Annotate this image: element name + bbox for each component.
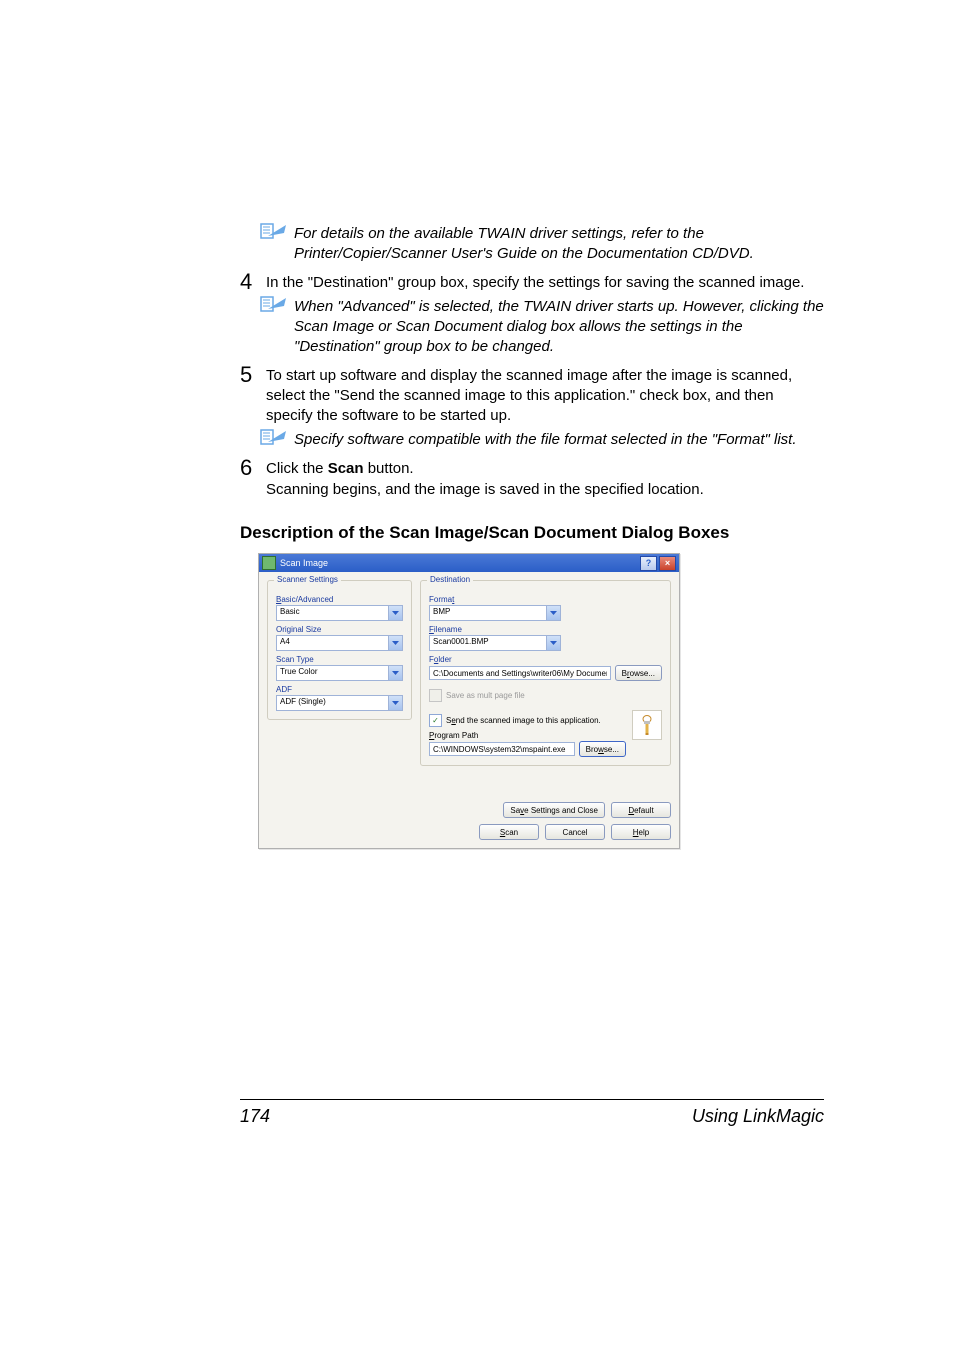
save-settings-close-button[interactable]: Save Settings and Close (503, 802, 605, 818)
program-path-input[interactable] (429, 742, 575, 756)
step-number: 4 (240, 271, 266, 293)
select-value: Basic (277, 606, 388, 620)
note-icon (260, 295, 294, 318)
checkbox-label: Send the scanned image to this applicati… (446, 716, 601, 725)
section-heading: Description of the Scan Image/Scan Docum… (240, 522, 824, 543)
mspaint-icon (632, 710, 662, 740)
field-label: Format (429, 595, 662, 604)
help-button[interactable]: ? (640, 556, 657, 571)
step-number: 5 (240, 364, 266, 386)
save-multipage-checkbox (429, 689, 442, 702)
chevron-down-icon (388, 636, 402, 650)
page-number: 174 (240, 1106, 270, 1127)
browse-folder-button[interactable]: Browse... (615, 665, 662, 681)
step-text-suffix: button. (364, 460, 414, 477)
cancel-button[interactable]: Cancel (545, 824, 605, 840)
app-icon (262, 556, 276, 570)
select-value: ADF (Single) (277, 696, 388, 710)
chevron-down-icon (546, 606, 560, 620)
field-label: Basic/Advanced (276, 595, 403, 604)
field-label: Filename (429, 625, 662, 634)
browse-program-button[interactable]: Browse... (579, 741, 626, 757)
note-text: When "Advanced" is selected, the TWAIN d… (294, 297, 824, 358)
scan-type-select[interactable]: True Color (276, 665, 403, 681)
step-text-prefix: Click the (266, 460, 328, 477)
original-size-select[interactable]: A4 (276, 635, 403, 651)
select-value: True Color (277, 666, 388, 680)
group-legend: Scanner Settings (274, 575, 341, 584)
send-to-app-checkbox[interactable]: ✓ (429, 714, 442, 727)
step-text-line2: Scanning begins, and the image is saved … (266, 481, 704, 498)
section-title: Using LinkMagic (692, 1106, 824, 1127)
chevron-down-icon (388, 606, 402, 620)
window-title: Scan Image (280, 558, 638, 568)
step-text: Click the Scan button. Scanning begins, … (266, 459, 704, 500)
note-text: For details on the available TWAIN drive… (294, 224, 824, 265)
field-label: Scan Type (276, 655, 403, 664)
select-value: Scan0001.BMP (430, 636, 546, 650)
scan-image-dialog: Scan Image ? × Scanner Settings Basic/Ad… (258, 553, 680, 849)
checkbox-label: Save as mult page file (446, 691, 525, 700)
group-legend: Destination (427, 575, 473, 584)
step-number: 6 (240, 457, 266, 479)
step-text-bold: Scan (328, 460, 364, 477)
field-label: Folder (429, 655, 662, 664)
field-label: ADF (276, 685, 403, 694)
chevron-down-icon (546, 636, 560, 650)
step-text: To start up software and display the sca… (266, 366, 824, 427)
close-button[interactable]: × (659, 556, 676, 571)
select-value: A4 (277, 636, 388, 650)
scanner-settings-group: Scanner Settings Basic/Advanced Basic Or… (267, 580, 412, 720)
folder-input[interactable] (429, 666, 611, 680)
scan-button[interactable]: Scan (479, 824, 539, 840)
note-icon (260, 222, 294, 245)
field-label: Program Path (429, 731, 626, 740)
note-icon (260, 428, 294, 451)
step-text: In the "Destination" group box, specify … (266, 273, 804, 293)
field-label: Original Size (276, 625, 403, 634)
basic-advanced-select[interactable]: Basic (276, 605, 403, 621)
filename-select[interactable]: Scan0001.BMP (429, 635, 561, 651)
adf-select[interactable]: ADF (Single) (276, 695, 403, 711)
titlebar: Scan Image ? × (259, 554, 679, 572)
format-select[interactable]: BMP (429, 605, 561, 621)
select-value: BMP (430, 606, 546, 620)
chevron-down-icon (388, 696, 402, 710)
destination-group: Destination Format BMP Filename Scan0001… (420, 580, 671, 766)
note-text: Specify software compatible with the fil… (294, 430, 797, 450)
default-button[interactable]: Default (611, 802, 671, 818)
chevron-down-icon (388, 666, 402, 680)
help-button[interactable]: Help (611, 824, 671, 840)
